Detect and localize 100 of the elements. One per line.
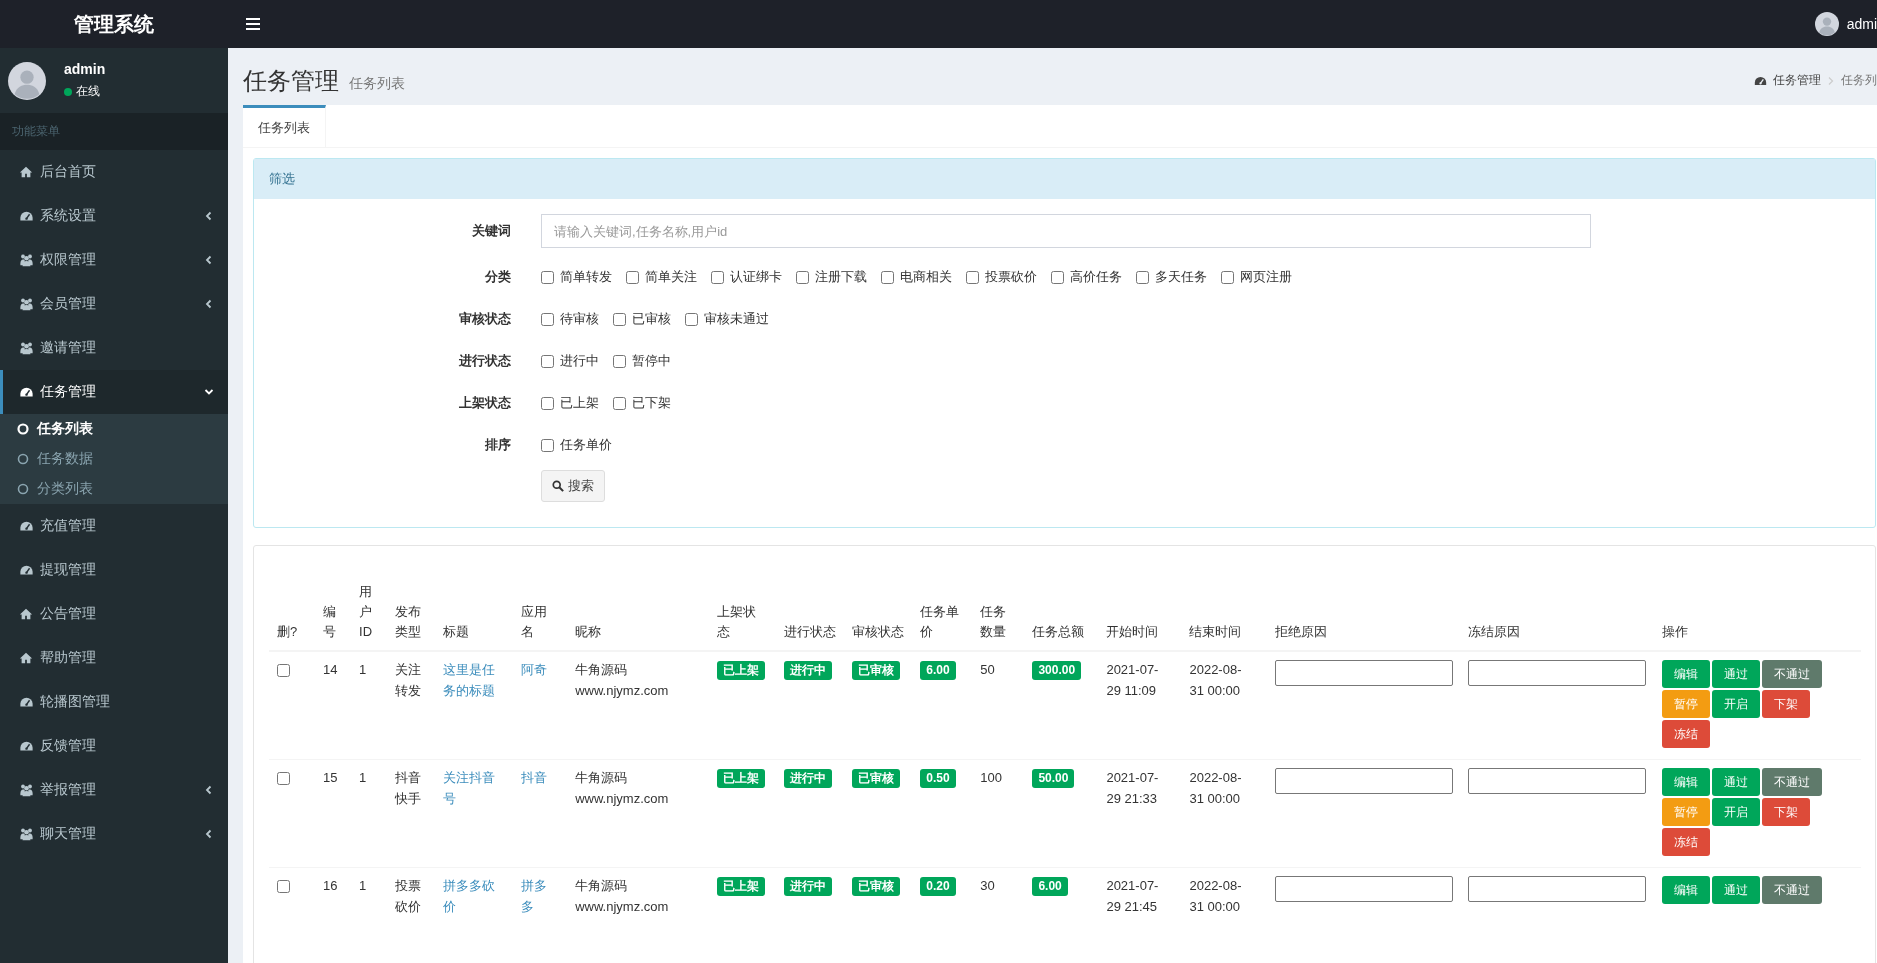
checkbox-label: 进行中 bbox=[560, 352, 599, 370]
checkbox[interactable] bbox=[1136, 270, 1149, 284]
checkbox[interactable] bbox=[1221, 270, 1234, 284]
users-icon bbox=[18, 341, 34, 355]
submenu-item[interactable]: 任务数据 bbox=[0, 444, 228, 474]
app-link[interactable]: 抖音 bbox=[521, 768, 560, 789]
tab[interactable]: 任务列表 bbox=[243, 105, 326, 147]
gauge-icon bbox=[18, 739, 34, 753]
action-button[interactable]: 冻结 bbox=[1661, 828, 1710, 857]
sidebar-item[interactable]: 提现管理 bbox=[0, 548, 228, 592]
checkbox[interactable] bbox=[796, 270, 809, 284]
user-name[interactable]: admi bbox=[1846, 16, 1877, 32]
action-button[interactable]: 编辑 bbox=[1661, 660, 1710, 689]
app-link[interactable]: 阿奇 bbox=[521, 660, 560, 681]
sidebar-item[interactable]: 轮播图管理 bbox=[0, 680, 228, 724]
table-cell: 牛角源码 www.njymz.com bbox=[567, 651, 710, 760]
submenu-item[interactable]: 分类列表 bbox=[0, 474, 228, 504]
table-cell: 30 bbox=[972, 867, 1025, 963]
reject-reason-field[interactable] bbox=[1274, 876, 1453, 903]
user-name: admin bbox=[64, 61, 106, 77]
checkbox[interactable] bbox=[277, 664, 290, 678]
column-header: 编号 bbox=[315, 574, 352, 652]
column-header: 上架状态 bbox=[709, 574, 777, 652]
gauge-icon bbox=[18, 519, 34, 533]
action-button[interactable]: 通过 bbox=[1711, 876, 1760, 905]
checkbox[interactable] bbox=[613, 312, 626, 326]
field-label: 上架状态 bbox=[458, 394, 511, 412]
freeze-reason-field[interactable] bbox=[1467, 660, 1646, 687]
checkbox[interactable] bbox=[541, 270, 554, 284]
title-link[interactable]: 拼多多砍价 bbox=[443, 876, 506, 917]
checkbox[interactable] bbox=[541, 312, 554, 326]
sidebar-item[interactable]: 权限管理 bbox=[0, 238, 228, 282]
date-text: 2022-08-31 00:00 bbox=[1189, 661, 1243, 700]
action-button[interactable]: 下架 bbox=[1761, 798, 1810, 827]
checkbox[interactable] bbox=[966, 270, 979, 284]
checkbox[interactable] bbox=[711, 270, 724, 284]
action-button[interactable]: 通过 bbox=[1711, 660, 1760, 689]
action-button[interactable]: 不通过 bbox=[1761, 876, 1822, 905]
title-link[interactable]: 关注抖音号 bbox=[443, 768, 506, 809]
users-icon bbox=[18, 783, 34, 797]
checkbox[interactable] bbox=[685, 312, 698, 326]
status-label: 已上架 bbox=[717, 661, 766, 680]
chevron-right-icon bbox=[1827, 75, 1835, 86]
action-button[interactable]: 编辑 bbox=[1661, 876, 1710, 905]
action-button[interactable]: 编辑 bbox=[1661, 768, 1710, 797]
reject-reason-field[interactable] bbox=[1274, 660, 1453, 687]
sidebar-item[interactable]: 系统设置 bbox=[0, 194, 228, 238]
gauge-icon bbox=[18, 563, 34, 577]
sidebar-item[interactable]: 帮助管理 bbox=[0, 636, 228, 680]
checkbox[interactable] bbox=[541, 354, 554, 368]
search-field[interactable]: 请输入关键词,任务名称,用户id bbox=[541, 214, 1591, 248]
app-logo[interactable]: 管理系统 bbox=[0, 0, 228, 48]
sidebar-item[interactable]: 举报管理 bbox=[0, 768, 228, 812]
sidebar-item[interactable]: 充值管理 bbox=[0, 504, 228, 548]
sidebar-item[interactable]: 后台首页 bbox=[0, 150, 228, 194]
checkbox-label: 网页注册 bbox=[1240, 268, 1292, 286]
checkbox[interactable] bbox=[277, 772, 290, 786]
checkbox[interactable] bbox=[541, 438, 554, 452]
checkbox[interactable] bbox=[626, 270, 639, 284]
users-icon bbox=[18, 827, 34, 841]
sidebar-item[interactable]: 会员管理 bbox=[0, 282, 228, 326]
column-header: 进行状态 bbox=[776, 574, 845, 652]
freeze-reason-field[interactable] bbox=[1467, 768, 1646, 795]
status-label: 0.20 bbox=[920, 877, 956, 896]
checkbox[interactable] bbox=[613, 354, 626, 368]
sidebar-item[interactable]: 公告管理 bbox=[0, 592, 228, 636]
action-button[interactable]: 开启 bbox=[1711, 798, 1760, 827]
title-link[interactable]: 这里是任务的标题 bbox=[443, 660, 506, 701]
action-button[interactable]: 开启 bbox=[1711, 690, 1760, 719]
checkbox[interactable] bbox=[613, 396, 626, 410]
field-label: 审核状态 bbox=[458, 310, 511, 328]
checkbox[interactable] bbox=[1051, 270, 1064, 284]
breadcrumb-link[interactable]: 任务管理 bbox=[1773, 72, 1821, 89]
breadcrumb-link[interactable]: 任务列 bbox=[1841, 72, 1877, 89]
submenu-item[interactable]: 任务列表 bbox=[0, 414, 228, 444]
freeze-reason-field[interactable] bbox=[1467, 876, 1646, 903]
reject-reason-field[interactable] bbox=[1274, 768, 1453, 795]
app-link[interactable]: 拼多多 bbox=[521, 876, 560, 917]
checkbox[interactable] bbox=[277, 880, 290, 894]
column-header: 任务总额 bbox=[1024, 574, 1099, 652]
action-button[interactable]: 不通过 bbox=[1761, 768, 1822, 797]
column-header: 应用名 bbox=[513, 574, 568, 652]
status-label: 0.50 bbox=[920, 769, 956, 788]
action-button[interactable]: 不通过 bbox=[1761, 660, 1822, 689]
checkbox[interactable] bbox=[541, 396, 554, 410]
sidebar-item[interactable]: 反馈管理 bbox=[0, 724, 228, 768]
search-button[interactable]: 搜索 bbox=[541, 470, 605, 502]
field-label: 关键词 bbox=[471, 222, 511, 240]
user-avatar-icon bbox=[1814, 12, 1839, 36]
sidebar-item[interactable]: 邀请管理 bbox=[0, 326, 228, 370]
checkbox[interactable] bbox=[881, 270, 894, 284]
action-button[interactable]: 下架 bbox=[1761, 690, 1810, 719]
action-button[interactable]: 冻结 bbox=[1661, 720, 1710, 749]
column-header: 标题 bbox=[435, 574, 514, 652]
checkbox-label: 多天任务 bbox=[1155, 268, 1207, 286]
action-button[interactable]: 通过 bbox=[1711, 768, 1760, 797]
checkbox-label: 高价任务 bbox=[1070, 268, 1122, 286]
sidebar-item[interactable]: 聊天管理 bbox=[0, 812, 228, 856]
table-cell: 1 bbox=[351, 759, 388, 868]
sidebar-item[interactable]: 任务管理 bbox=[0, 370, 228, 414]
